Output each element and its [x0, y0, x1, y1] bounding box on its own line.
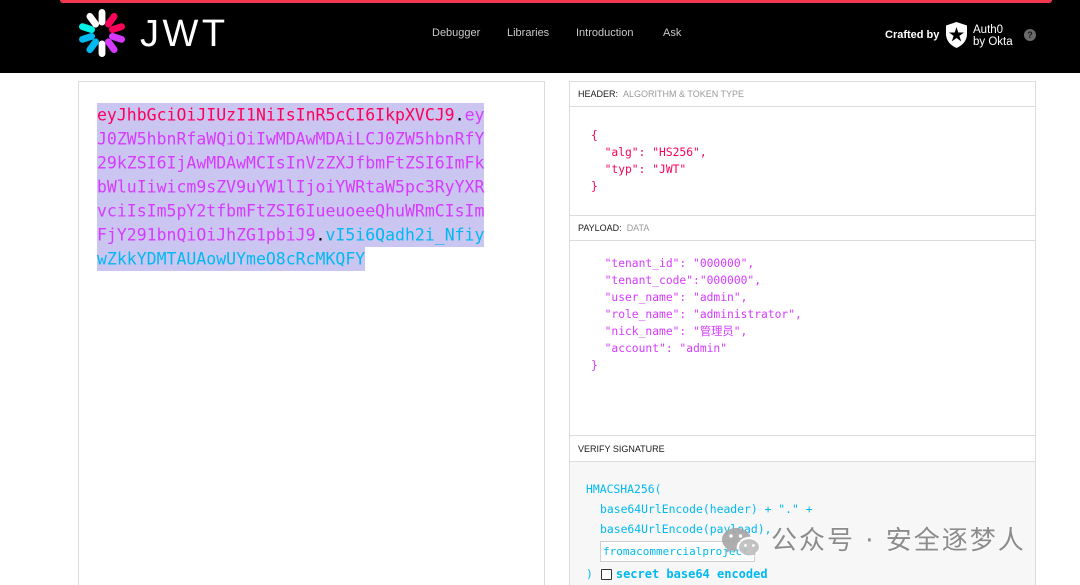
payload-json-line: "tenant_id": "000000",: [591, 256, 755, 270]
payload-json-line: "account": "admin": [591, 341, 728, 355]
hmac-close-row: ) secret base64 encoded: [586, 564, 1035, 584]
verify-section-label: VERIFY SIGNATURE: [570, 436, 1035, 462]
header-section-label: HEADER: ALGORITHM & TOKEN TYPE: [570, 82, 1035, 107]
logo-petal: [98, 9, 106, 26]
crafted-by-label: Crafted by: [885, 29, 940, 41]
wechat-icon: [722, 528, 761, 557]
verify-signature-area: HMACSHA256( base64UrlEncode(header) + ".…: [570, 462, 1035, 585]
auth0-shield-icon: [946, 22, 967, 48]
nav-libraries[interactable]: Libraries: [507, 27, 549, 40]
decoded-token-panel: HEADER: ALGORITHM & TOKEN TYPE { "alg": …: [569, 81, 1036, 585]
header-json-line: {: [591, 129, 598, 142]
payload-json-line: "tenant_code":"000000",: [591, 273, 762, 287]
logo-petal: [98, 40, 106, 57]
secret-base64-label[interactable]: secret base64 encoded: [616, 564, 768, 584]
header-json-editor[interactable]: { "alg": "HS256", "typ": "JWT" }: [570, 107, 1035, 216]
payload-json-editor[interactable]: "tenant_id": "000000", "tenant_code":"00…: [570, 241, 1035, 436]
hmac-function-close: ): [586, 567, 593, 581]
payload-section-label: PAYLOAD: DATA: [570, 216, 1035, 241]
header-json-line: "typ": "JWT": [591, 163, 687, 176]
token-header-part: eyJhbGciOiJIUzI1NiIsInR5cCI6IkpXVCJ9: [97, 102, 455, 127]
nav-ask[interactable]: Ask: [663, 27, 681, 40]
site-header: JWT Debugger Libraries Introduction Ask …: [0, 0, 1080, 73]
payload-label: PAYLOAD:: [578, 223, 622, 233]
auth0-link[interactable]: Auth0 by Okta: [945, 22, 1020, 50]
payload-json-line: "role_name": "administrator",: [591, 307, 802, 321]
header-sublabel: ALGORITHM & TOKEN TYPE: [623, 89, 745, 99]
auth0-brand-line2: by Okta: [973, 36, 1013, 48]
nav-introduction[interactable]: Introduction: [576, 27, 633, 40]
token-separator-dot: .: [315, 222, 326, 247]
secret-base64-checkbox[interactable]: [600, 568, 612, 580]
watermark-text: 公众号 · 安全逐梦人: [771, 526, 1026, 556]
jwt-logo-icon: [79, 9, 125, 57]
auth0-brand-text: Auth0 by Okta: [973, 24, 1013, 48]
header-label: HEADER:: [578, 89, 619, 99]
jwt-home-link[interactable]: JWT: [78, 9, 228, 59]
help-icon[interactable]: ?: [1024, 29, 1036, 41]
encoded-token-editor[interactable]: eyJhbGciOiJIUzI1NiIsInR5cCI6IkpXVCJ9.eyJ…: [97, 102, 485, 271]
auth0-brand-line1: Auth0: [973, 24, 1004, 36]
encoded-token-panel: eyJhbGciOiJIUzI1NiIsInR5cCI6IkpXVCJ9.eyJ…: [78, 81, 545, 585]
payload-json-line: "user_name": "admin",: [591, 290, 748, 304]
top-accent-strip: [60, 0, 1052, 3]
verify-label: VERIFY SIGNATURE: [578, 443, 665, 454]
token-separator-dot: .: [454, 102, 465, 127]
jwt-wordmark: JWT: [140, 12, 229, 55]
hmac-function-open: HMACSHA256(: [586, 482, 662, 496]
payload-json-line: }: [591, 358, 598, 372]
header-json-line: "alg": "HS256",: [591, 146, 707, 159]
payload-sublabel: DATA: [626, 223, 650, 233]
hmac-arg-header: base64UrlEncode(header) + "." +: [600, 502, 813, 516]
header-json-line: }: [591, 180, 598, 193]
payload-json-line: "nick_name": "管理员",: [591, 324, 748, 338]
nav-debugger[interactable]: Debugger: [432, 27, 480, 40]
